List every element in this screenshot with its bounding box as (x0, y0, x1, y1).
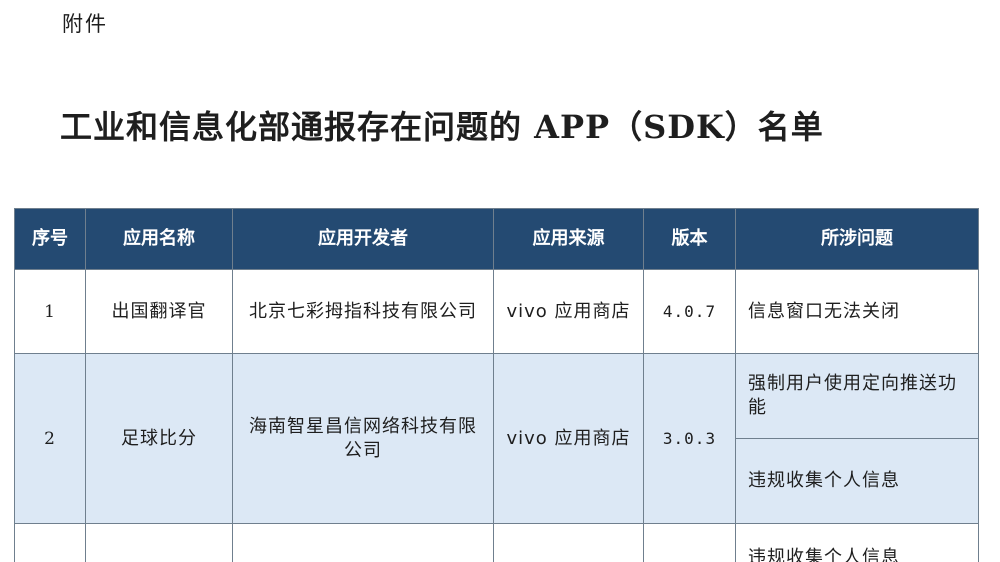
header-developer: 应用开发者 (232, 208, 494, 270)
table-row: 1 出国翻译官 北京七彩拇指科技有限公司 vivo 应用商店 4.0.7 信息窗… (14, 269, 979, 354)
cell-source: vivo 应用商店 (493, 353, 644, 524)
table-header-row: 序号 应用名称 应用开发者 应用来源 版本 所涉问题 (14, 208, 979, 270)
document-title: 工业和信息化部通报存在问题的 APP（SDK）名单 (60, 108, 824, 146)
table-row: 违规收集个人信息 (14, 523, 979, 562)
cell-version: 3.0.3 (643, 353, 736, 524)
cell-developer: 北京七彩拇指科技有限公司 (232, 269, 494, 354)
attachment-label: 附件 (62, 12, 108, 36)
cell-issue: 违规收集个人信息 (735, 438, 979, 524)
cell-source (493, 523, 644, 562)
header-version: 版本 (643, 208, 736, 270)
cell-developer (232, 523, 494, 562)
cell-source: vivo 应用商店 (493, 269, 644, 354)
cell-issue-text: 违规收集个人信息 (748, 547, 900, 562)
cell-app-name: 足球比分 (85, 353, 233, 524)
cell-app-name (85, 523, 233, 562)
cell-developer: 海南智星昌信网络科技有限公司 (232, 353, 494, 524)
cell-version (643, 523, 736, 562)
cell-issue: 信息窗口无法关闭 (735, 269, 979, 354)
cell-app-name: 出国翻译官 (85, 269, 233, 354)
cell-index (14, 523, 86, 562)
app-list-table: 序号 应用名称 应用开发者 应用来源 版本 所涉问题 1 出国翻译官 北京七彩拇… (14, 208, 979, 562)
header-source: 应用来源 (493, 208, 644, 270)
cell-issue: 违规收集个人信息 (735, 523, 979, 562)
header-index: 序号 (14, 208, 86, 270)
header-app-name: 应用名称 (85, 208, 233, 270)
cell-index: 1 (14, 269, 86, 354)
table-row: 2 足球比分 海南智星昌信网络科技有限公司 vivo 应用商店 3.0.3 强制… (14, 353, 979, 524)
cell-version: 4.0.7 (643, 269, 736, 354)
cell-issue: 强制用户使用定向推送功能 (735, 353, 979, 439)
cell-index: 2 (14, 353, 86, 524)
header-issues: 所涉问题 (735, 208, 979, 270)
